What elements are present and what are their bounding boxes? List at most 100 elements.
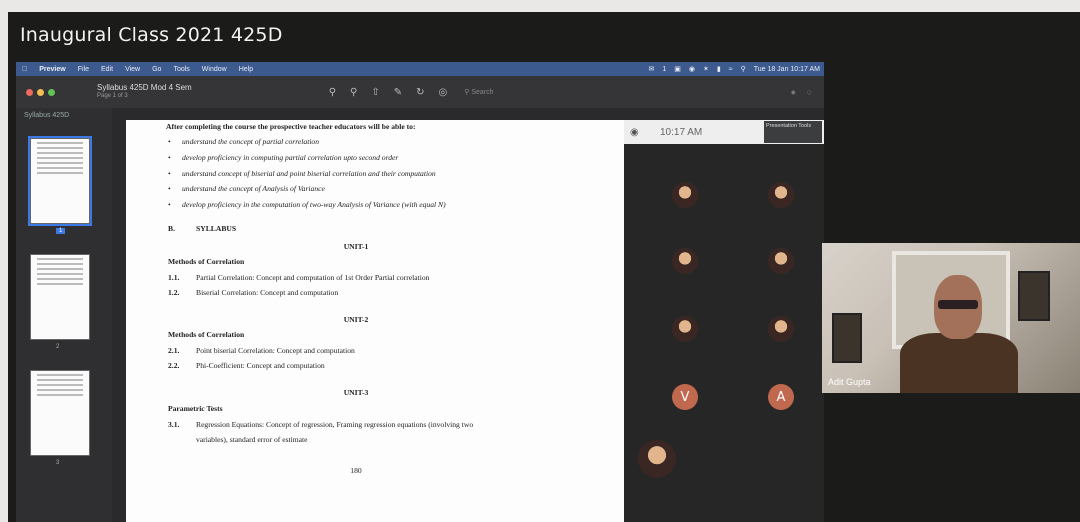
thumbnail-sidebar: Syllabus 425D 1 2 3	[16, 108, 112, 522]
bullet-icon: •	[168, 169, 171, 178]
item-text-continued: variables), standard error of estimate	[196, 435, 308, 444]
page-info: Page 1 of 3	[97, 93, 128, 99]
participant-avatar[interactable]	[672, 248, 698, 274]
objective-item: understand the concept of Analysis of Va…	[182, 184, 325, 193]
page-number-2: 2	[56, 344, 60, 350]
battery-icon[interactable]: ▮	[717, 65, 721, 73]
share-icon[interactable]: ⇧	[371, 87, 379, 98]
sidebar-title: Syllabus 425D	[24, 112, 70, 119]
datetime[interactable]: Tue 18 Jan 10:17 AM	[754, 66, 820, 73]
participant-avatar[interactable]	[672, 316, 698, 342]
search-icon[interactable]: ⚲	[741, 65, 746, 73]
unit-3-heading: UNIT-3	[343, 388, 369, 397]
item-text: Point biserial Correlation: Concept and …	[196, 346, 355, 355]
page-number: 180	[350, 466, 362, 475]
unit-3-topic: Parametric Tests	[168, 404, 223, 413]
zoom-participants-panel: ◉ 10:17 AM Presentation Tools V A	[624, 120, 824, 522]
item-number: 3.1.	[168, 420, 180, 429]
search-field-icon: ⚲	[464, 89, 470, 96]
meeting-window: Inaugural Class 2021 425D  Preview File…	[8, 12, 1080, 522]
mail-icon[interactable]: ✉	[648, 65, 654, 73]
zoom-logo-icon: ◉	[630, 126, 639, 138]
menu-preview[interactable]: Preview	[39, 66, 65, 73]
section-letter: B.	[168, 224, 175, 233]
participant-avatar[interactable]	[638, 440, 676, 478]
speaker-glasses	[938, 300, 978, 309]
participant-avatar[interactable]	[768, 248, 794, 274]
page-thumbnail-2[interactable]	[30, 254, 90, 340]
toolbar-icons: ⚲ ⚲ ⇧ ✎ ↻ ◎	[322, 87, 455, 98]
menu-edit[interactable]: Edit	[101, 66, 113, 73]
rotate-icon[interactable]: ↻	[416, 87, 424, 98]
menu-file[interactable]: File	[78, 66, 89, 73]
status-area: ✉ 1 ▣ ◉ ✶ ▮ ≈ ⚲ Tue 18 Jan 10:17 AM	[644, 65, 824, 74]
search-field[interactable]: ⚲ Search	[464, 88, 493, 96]
bluetooth-icon[interactable]: ✶	[703, 65, 709, 73]
mail-count: 1	[662, 65, 667, 73]
speaker-video[interactable]: Adit Gupta	[822, 243, 1080, 393]
highlight-icon[interactable]: ●	[791, 87, 796, 97]
item-text: Phi-Coefficient: Concept and computation	[196, 361, 325, 370]
bullet-icon: •	[168, 200, 171, 209]
wall-frame	[1018, 271, 1050, 321]
menu-go[interactable]: Go	[152, 66, 161, 73]
item-text: Biserial Correlation: Concept and comput…	[196, 288, 339, 297]
unit-2-heading: UNIT-2	[343, 315, 369, 324]
bullet-icon: •	[168, 153, 171, 162]
bullet-icon: •	[168, 184, 171, 193]
zoom-in-icon[interactable]: ⚲	[350, 87, 357, 98]
item-text: Partial Correlation: Concept and computa…	[196, 273, 430, 282]
item-text: Regression Equations: Concept of regress…	[196, 420, 474, 429]
zoom-time: 10:17 AM	[660, 126, 703, 138]
participant-avatar-a[interactable]: A	[768, 384, 794, 410]
participant-avatar[interactable]	[768, 316, 794, 342]
speaker-body	[900, 333, 1018, 393]
wifi-icon[interactable]: ≈	[729, 66, 733, 73]
unit-1-heading: UNIT-1	[343, 242, 369, 251]
zoom-icon[interactable]	[48, 88, 55, 96]
menu-window[interactable]: Window	[202, 66, 227, 73]
markup-icon[interactable]: ✎	[394, 87, 402, 98]
speaker-name: Adit Gupta	[828, 377, 871, 387]
objective-item: understand the concept of partial correl…	[182, 137, 320, 146]
participant-avatar[interactable]	[672, 182, 698, 208]
camera-icon[interactable]: ◉	[689, 65, 695, 73]
menu-view[interactable]: View	[125, 66, 140, 73]
bullet-icon: •	[168, 137, 171, 146]
objective-item: develop proficiency in the computation o…	[182, 200, 446, 209]
unit-2-topic: Methods of Correlation	[168, 330, 245, 339]
item-number: 1.1.	[168, 273, 180, 282]
wall-frame	[832, 313, 862, 363]
section-title: SYLLABUS	[196, 224, 237, 233]
unit-1-topic: Methods of Correlation	[168, 257, 245, 266]
annotate-icon[interactable]: ◎	[439, 87, 448, 98]
document-title[interactable]: Syllabus 425D Mod 4 Sem Page 1 of 3	[97, 83, 192, 101]
participant-avatar[interactable]	[768, 182, 794, 208]
zoom-status-bar: ◉ 10:17 AM Presentation Tools	[624, 120, 824, 144]
window-controls	[26, 88, 59, 96]
objectives-intro: After completing the course the prospect…	[166, 122, 416, 131]
objective-item: develop proficiency in computing partial…	[182, 153, 399, 162]
menu-tools[interactable]: Tools	[173, 66, 189, 73]
menu-help[interactable]: Help	[239, 66, 253, 73]
page-thumbnail-3[interactable]	[30, 370, 90, 456]
document-title-text: Syllabus 425D Mod 4 Sem	[97, 83, 192, 92]
screen-icon[interactable]: ▣	[674, 65, 681, 73]
page-number-1: 1	[56, 228, 66, 234]
zoom-out-icon[interactable]: ⚲	[329, 87, 336, 98]
search-placeholder: Search	[471, 89, 494, 96]
toolbar-right: ● ○	[787, 87, 816, 97]
item-number: 2.2.	[168, 361, 180, 370]
minimize-icon[interactable]	[37, 88, 44, 96]
preview-toolbar: Syllabus 425D Mod 4 Sem Page 1 of 3 ⚲ ⚲ …	[16, 76, 824, 108]
item-number: 1.2.	[168, 288, 180, 297]
participant-avatar-v[interactable]: V	[672, 384, 698, 410]
presentation-tools-button[interactable]: Presentation Tools	[764, 121, 822, 143]
page-number-3: 3	[56, 460, 60, 466]
mac-menubar:  Preview File Edit View Go Tools Window…	[16, 62, 824, 76]
info-icon[interactable]: ○	[807, 87, 812, 97]
close-icon[interactable]	[26, 88, 33, 96]
apple-icon[interactable]: 	[22, 66, 27, 73]
page-thumbnail-1[interactable]	[28, 136, 92, 226]
objective-item: understand concept of biserial and point…	[182, 169, 436, 178]
